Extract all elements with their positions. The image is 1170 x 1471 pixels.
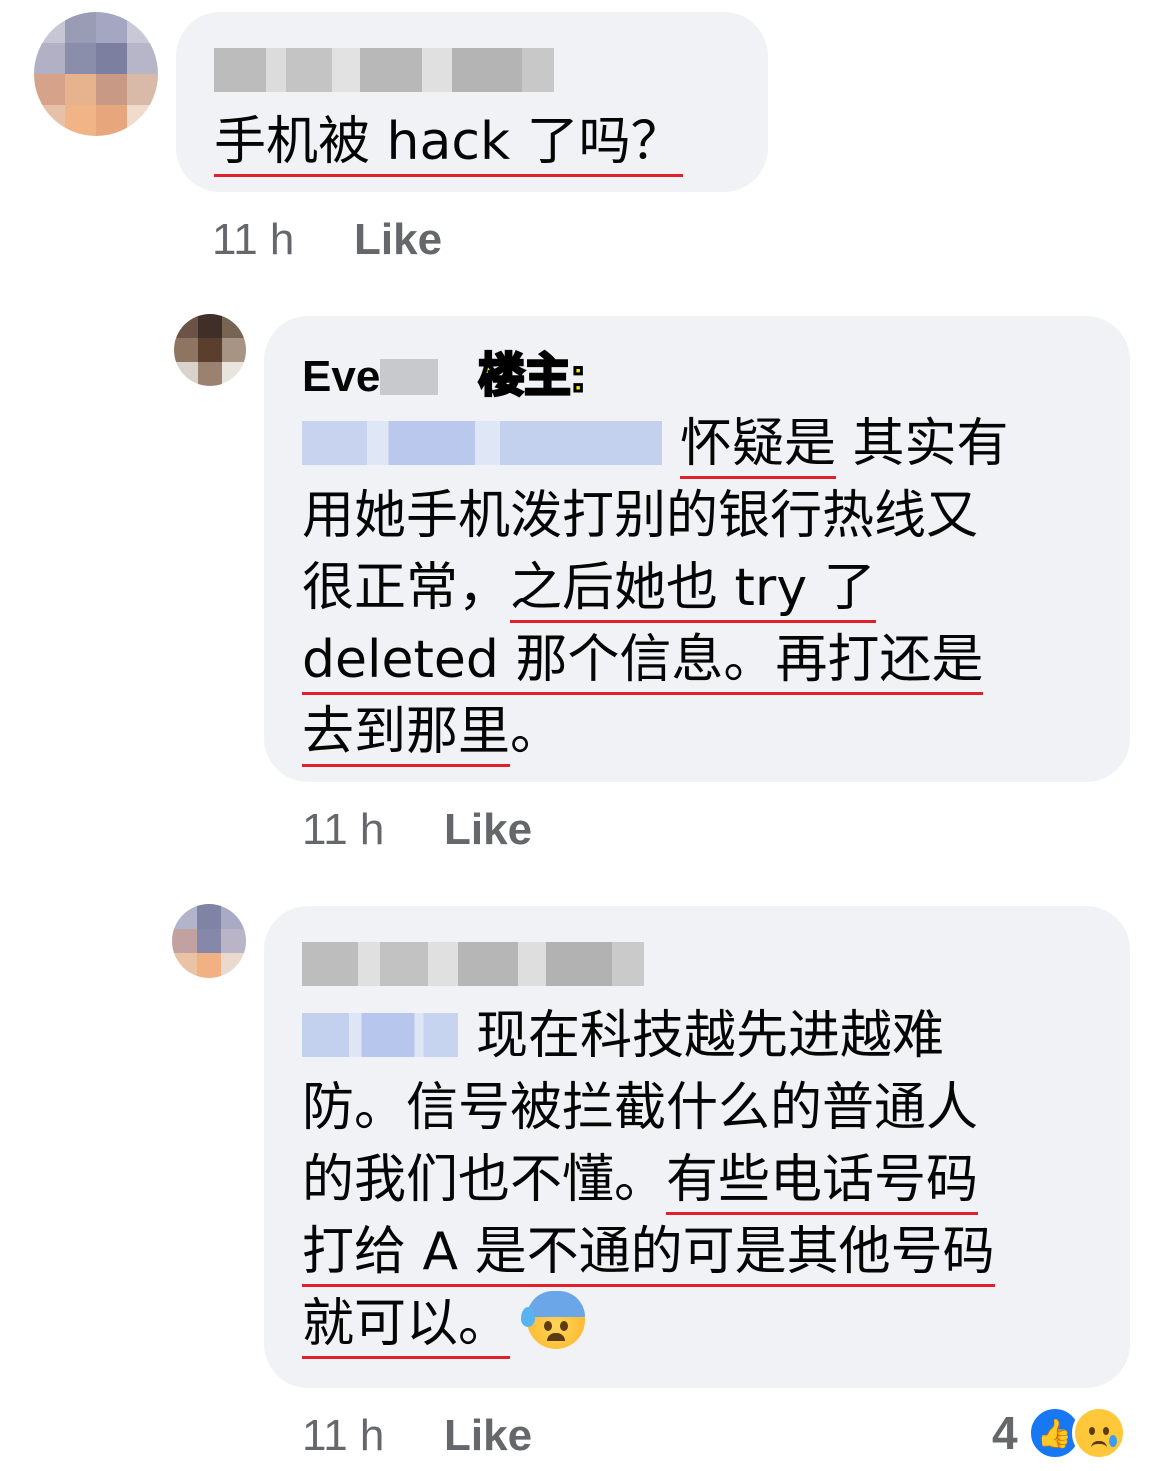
author-name-blurred[interactable]	[214, 48, 554, 92]
comment-text-line: 防。信号被拦截什么的普通人	[302, 1072, 978, 1144]
text: 的我们也不懂。	[302, 1150, 667, 1210]
comment-text-line: 现在科技越先进越难	[302, 1000, 944, 1072]
anxious-face-with-sweat-icon	[520, 1291, 585, 1349]
emoji-sweat-drop	[520, 1307, 535, 1327]
emoji-tear	[1108, 1435, 1117, 1447]
timestamp: 11 h	[212, 215, 295, 264]
text: 其实有	[836, 414, 1009, 474]
underlined-text: 去到那里	[302, 702, 511, 767]
text: 用她手机泼打别的银行热线又	[302, 486, 979, 546]
reactions-summary[interactable]: 4 👍	[992, 1406, 1126, 1460]
avatar-2[interactable]	[174, 314, 246, 386]
emoji-eye	[543, 1321, 552, 1331]
emoji-eye	[1102, 1427, 1109, 1435]
comment-bubble-3: 现在科技越先进越难 防。信号被拦截什么的普通人 的我们也不懂。有些电话号码 打给…	[264, 906, 1130, 1388]
sad-face-icon	[1071, 1406, 1126, 1460]
comment-text-line: 就可以。	[302, 1288, 585, 1360]
reaction-count: 4	[992, 1407, 1018, 1459]
emoji-mouth	[1090, 1441, 1107, 1448]
op-tag: 楼主:	[477, 349, 587, 401]
emoji-mouth	[546, 1333, 565, 1341]
underlined-text: deleted 那个信息。再打还是	[302, 630, 984, 695]
underlined-text: 怀疑是	[680, 414, 837, 479]
comment-text-line: 去到那里。	[302, 696, 562, 768]
comment-text-line: 用她手机泼打别的银行热线又	[302, 480, 978, 552]
avatar-1[interactable]	[34, 12, 158, 136]
emoji-eye	[559, 1321, 568, 1331]
underlined-text: 手机被 hack 了吗？	[214, 112, 683, 177]
emoji-shade	[526, 1291, 585, 1317]
author-name-blur	[380, 359, 439, 395]
like-button[interactable]: Like	[444, 1411, 532, 1460]
like-button[interactable]: Like	[354, 215, 442, 264]
comment-bubble-2: Eve 楼主: 怀疑是 其实有 用她手机泼打别的银行热线又 很正常，之后她也 t…	[264, 316, 1130, 782]
text: 很正常，	[302, 558, 511, 618]
comment-text-line: 打给 A 是不通的可是其他号码	[302, 1216, 995, 1288]
timestamp: 11 h	[302, 805, 385, 854]
text: 现在科技越先进越难	[476, 1006, 945, 1066]
author-name[interactable]: Eve 楼主:	[302, 349, 587, 401]
comment-meta-3: 11 h Like	[302, 1414, 532, 1458]
underlined-text: 之后她也 try 了	[510, 558, 876, 623]
comment-text-line: 的我们也不懂。有些电话号码	[302, 1144, 979, 1216]
comment-meta-1: 11 h Like	[212, 218, 442, 262]
timestamp: 11 h	[302, 1411, 385, 1460]
underlined-text: 就可以。	[302, 1294, 511, 1359]
comment-text-line: 很正常，之后她也 try 了	[302, 552, 876, 624]
comment-text-line: deleted 那个信息。再打还是	[302, 624, 984, 696]
mention-blurred[interactable]	[302, 1013, 458, 1057]
comment-bubble-1: 手机被 hack 了吗？	[176, 12, 768, 192]
comment-meta-2: 11 h Like	[302, 808, 532, 852]
text: 防。信号被拦截什么的普通人	[302, 1078, 979, 1138]
comment-text-line: 怀疑是 其实有	[302, 408, 1009, 480]
avatar-3[interactable]	[172, 904, 246, 978]
author-name-text: Eve	[302, 352, 381, 401]
comment-text-line: 手机被 hack 了吗？	[214, 106, 683, 178]
emoji-eye	[1088, 1427, 1095, 1435]
underlined-text: 有些电话号码	[666, 1150, 979, 1215]
text: 。	[510, 702, 563, 762]
author-name-blurred[interactable]	[302, 942, 644, 986]
mention-blurred[interactable]	[302, 421, 662, 465]
like-button[interactable]: Like	[444, 805, 532, 854]
underlined-text: 打给 A 是不通的可是其他号码	[302, 1222, 995, 1287]
